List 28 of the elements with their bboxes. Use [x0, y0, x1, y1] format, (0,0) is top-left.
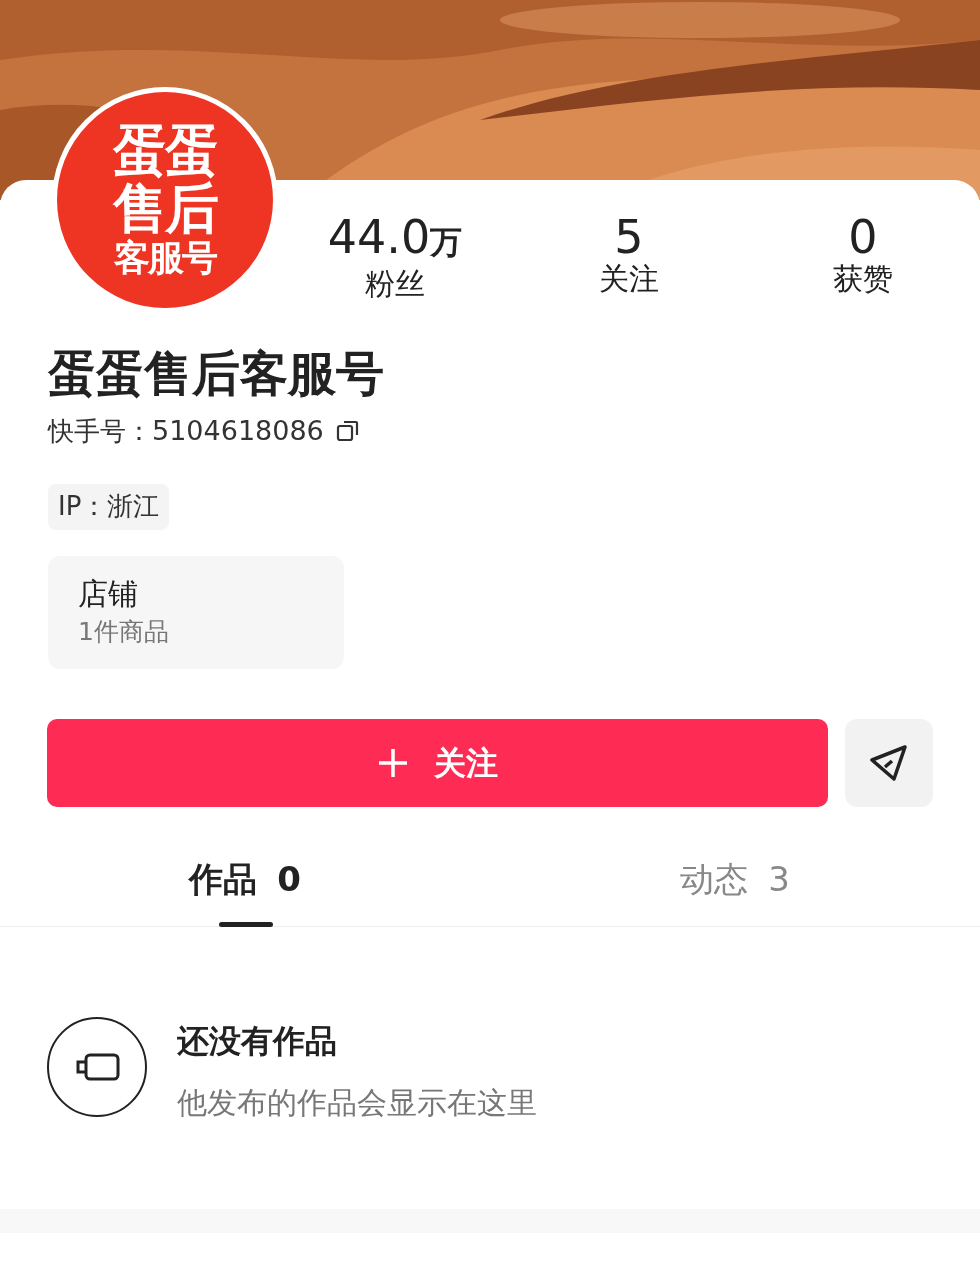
video-camera-icon	[47, 1016, 147, 1117]
empty-message: 他发布的作品会显示在这里	[177, 1083, 537, 1122]
id-label: 快手号：	[48, 414, 152, 448]
shop-title: 店铺	[78, 575, 139, 613]
stat-label: 粉丝	[365, 266, 425, 302]
copy-icon[interactable]	[335, 419, 360, 444]
stat-label: 获赞	[833, 261, 893, 297]
follow-button[interactable]: 关注	[47, 718, 828, 807]
stat-label: 关注	[599, 261, 659, 297]
shop-card[interactable]: 店铺 1件商品	[48, 555, 344, 669]
tab-underline	[219, 921, 274, 927]
avatar-text: 客服号	[114, 240, 216, 276]
profile-name: 蛋蛋售后客服号	[48, 344, 384, 403]
ip-tag: IP：浙江	[48, 483, 170, 530]
stat-value: 5	[614, 213, 644, 261]
empty-title: 还没有作品	[177, 1020, 338, 1062]
stat-value: 0	[848, 213, 878, 261]
paper-plane-icon	[869, 742, 909, 783]
stat-unit: 万	[430, 223, 463, 263]
avatar-text: 售后	[113, 182, 217, 236]
share-button[interactable]	[845, 718, 933, 807]
plus-icon	[377, 747, 408, 778]
avatar-text: 蛋蛋	[113, 124, 217, 178]
tab[interactable]: 动态 3	[680, 858, 790, 921]
tab[interactable]: 作品 0	[189, 858, 301, 921]
stat-value: 44.0	[327, 213, 431, 261]
id-value: 5104618086	[152, 414, 324, 448]
shop-subtitle: 1件商品	[78, 616, 170, 648]
